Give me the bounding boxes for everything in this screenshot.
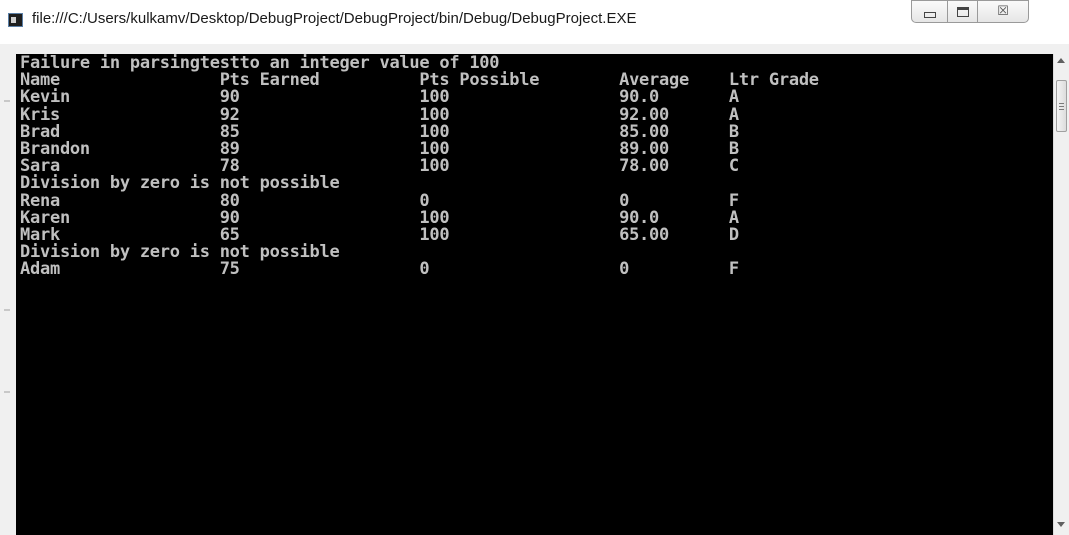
scrollbar-thumb[interactable] <box>1056 80 1067 132</box>
caption-buttons: ☒ <box>911 0 1061 26</box>
console-output-text: Failure in parsingtestto an integer valu… <box>20 54 819 280</box>
minimize-button[interactable] <box>911 0 947 23</box>
vertical-scrollbar[interactable] <box>1053 54 1069 535</box>
frame-mark <box>4 391 10 393</box>
maximize-button[interactable] <box>947 0 977 23</box>
frame-mark <box>4 309 10 311</box>
console-window: file:///C:/Users/kulkamv/Desktop/DebugPr… <box>0 0 1069 535</box>
thumb-grip-line <box>1059 109 1064 110</box>
console-line: Kevin 90 100 90.0 A <box>20 87 739 108</box>
console-app-icon[interactable] <box>8 13 23 27</box>
window-frame-left <box>0 44 16 535</box>
close-icon: ☒ <box>997 4 1009 19</box>
minimize-icon <box>923 11 936 18</box>
title-bar[interactable]: file:///C:/Users/kulkamv/Desktop/DebugPr… <box>0 0 1069 44</box>
scroll-down-arrow-icon[interactable] <box>1057 522 1065 527</box>
window-title: file:///C:/Users/kulkamv/Desktop/DebugPr… <box>32 10 637 27</box>
close-button[interactable]: ☒ <box>977 0 1029 23</box>
scroll-up-arrow-icon[interactable] <box>1057 58 1065 63</box>
frame-mark <box>4 100 10 102</box>
thumb-grip-line <box>1059 106 1064 107</box>
console-line: Division by zero is not possible <box>20 173 340 194</box>
maximize-icon <box>956 6 969 17</box>
thumb-grip-line <box>1059 103 1064 104</box>
console-output-area[interactable]: Failure in parsingtestto an integer valu… <box>16 54 1053 535</box>
window-frame-top <box>0 44 1069 54</box>
console-line: Adam 75 0 0 F <box>20 259 739 280</box>
